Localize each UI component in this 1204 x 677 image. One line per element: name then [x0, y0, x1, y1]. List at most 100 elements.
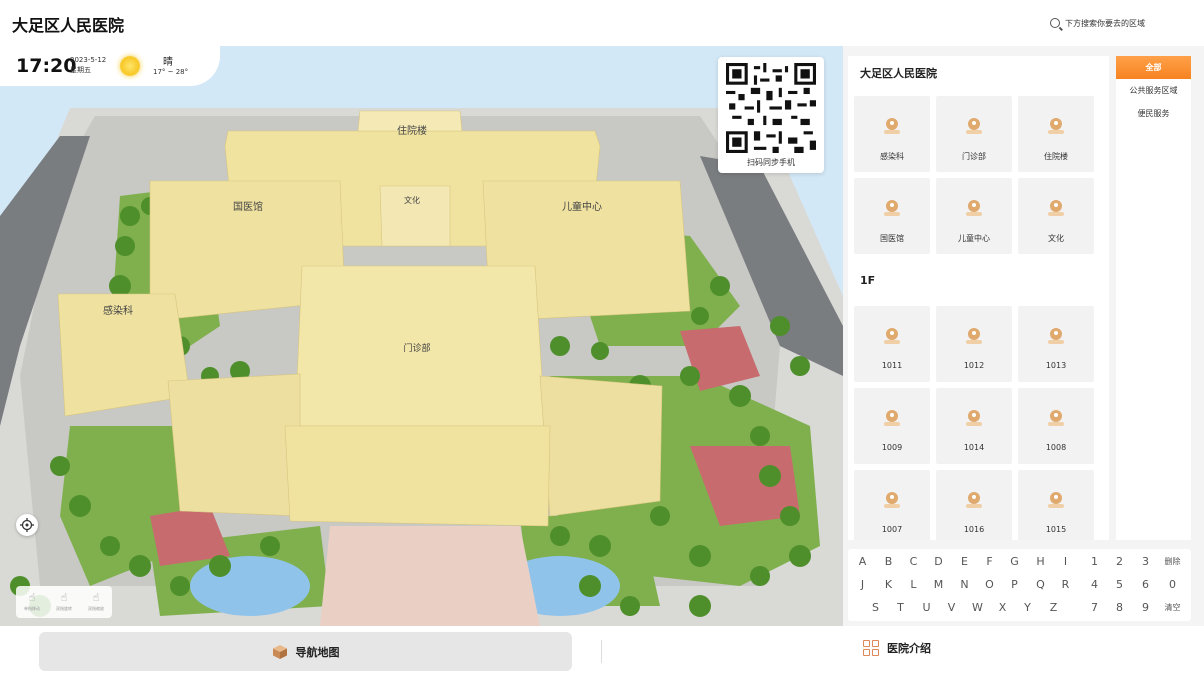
tile-label: 1016 [963, 525, 985, 534]
crosshair-icon [20, 518, 34, 532]
key-l[interactable]: L [901, 574, 926, 596]
key-x[interactable]: X [990, 597, 1015, 619]
key-b[interactable]: B [876, 551, 901, 573]
location-tile[interactable]: 儿童中心 [936, 178, 1012, 254]
key-a[interactable]: A [850, 551, 875, 573]
room-tile[interactable]: 1016 [936, 470, 1012, 540]
room-tile[interactable]: 1009 [854, 388, 930, 464]
qr-code [726, 63, 816, 153]
nav-map-button[interactable]: 导航地图 [39, 632, 572, 671]
location-list[interactable]: 大足区人民医院 感染科 门诊部 住院楼 国医馆 儿童中心 文化 1F 1011 … [848, 56, 1109, 540]
key-p[interactable]: P [1002, 574, 1027, 596]
key-n[interactable]: N [952, 574, 977, 596]
location-pin-icon [966, 410, 982, 426]
weekday-text: 星期五 [70, 66, 91, 74]
key-w[interactable]: W [965, 597, 990, 619]
key-4[interactable]: 4 [1082, 574, 1107, 596]
location-pin-icon [884, 200, 900, 216]
search-box[interactable]: 下方搜索你要去的区域 [1044, 12, 1194, 34]
hand-icon: ☝ [60, 591, 68, 604]
gesture-label: 双指缩放 [88, 606, 104, 611]
key-k[interactable]: K [876, 574, 901, 596]
room-tile[interactable]: 1011 [854, 306, 930, 382]
gesture-hint: ☝ 单指移动 [16, 586, 48, 618]
location-pin-icon [966, 328, 982, 344]
location-pin-icon [1048, 410, 1064, 426]
location-pin-icon [966, 118, 982, 134]
key-e[interactable]: E [952, 551, 977, 573]
key-u[interactable]: U [914, 597, 939, 619]
side-panel: 大足区人民医院 感染科 门诊部 住院楼 国医馆 儿童中心 文化 1F 1011 … [843, 46, 1204, 626]
key-v[interactable]: V [939, 597, 964, 619]
key-m[interactable]: M [926, 574, 951, 596]
tile-label: 文化 [1048, 234, 1064, 243]
key-j[interactable]: J [850, 574, 875, 596]
key-delete[interactable]: 删除 [1160, 551, 1185, 573]
tile-label: 1013 [1045, 361, 1067, 370]
search-placeholder: 下方搜索你要去的区域 [1065, 18, 1145, 28]
key-7[interactable]: 7 [1082, 597, 1107, 619]
key-q[interactable]: Q [1028, 574, 1053, 596]
key-t[interactable]: T [888, 597, 913, 619]
gesture-hints: ☝ 单指移动 ☝ 双指旋转 ☝ 双指缩放 [16, 586, 112, 618]
section-title: 1F [860, 274, 876, 287]
tile-label: 门诊部 [962, 152, 986, 161]
key-r[interactable]: R [1053, 574, 1078, 596]
room-tile[interactable]: 1008 [1018, 388, 1094, 464]
key-2[interactable]: 2 [1107, 551, 1132, 573]
key-6[interactable]: 6 [1133, 574, 1158, 596]
map-canvas[interactable]: 住院楼 文化 国医馆 儿童中心 感染科 门诊部 [0, 46, 843, 626]
locate-button[interactable] [16, 514, 38, 536]
building-label-infection: 感染科 [103, 304, 133, 317]
room-tile[interactable]: 1013 [1018, 306, 1094, 382]
location-tile[interactable]: 文化 [1018, 178, 1094, 254]
location-tile[interactable]: 国医馆 [854, 178, 930, 254]
gesture-label: 双指旋转 [56, 606, 72, 611]
grid-icon [863, 640, 879, 656]
building-label-children: 儿童中心 [562, 200, 602, 213]
nav-divider [601, 640, 602, 663]
category-all[interactable]: 全部 [1116, 56, 1191, 79]
key-z[interactable]: Z [1041, 597, 1066, 619]
nav-intro-button[interactable]: 医院介绍 [863, 640, 931, 656]
onscreen-keyboard: A B C D E F G H I 1 2 3 删除 J K L M N O P… [848, 549, 1191, 621]
app-title: 大足区人民医院 [12, 16, 125, 35]
key-8[interactable]: 8 [1107, 597, 1132, 619]
key-y[interactable]: Y [1015, 597, 1040, 619]
key-9[interactable]: 9 [1133, 597, 1158, 619]
building-label-inpatient: 住院楼 [397, 124, 427, 137]
key-clear[interactable]: 清空 [1160, 597, 1185, 619]
room-tile[interactable]: 1015 [1018, 470, 1094, 540]
location-tile[interactable]: 感染科 [854, 96, 930, 172]
key-d[interactable]: D [926, 551, 951, 573]
location-pin-icon [1048, 328, 1064, 344]
location-pin-icon [1048, 200, 1064, 216]
key-3[interactable]: 3 [1133, 551, 1158, 573]
temperature-range: 17° ~ 28° [153, 68, 189, 76]
key-g[interactable]: G [1002, 551, 1027, 573]
location-tile[interactable]: 住院楼 [1018, 96, 1094, 172]
category-convenience[interactable]: 便民服务 [1116, 102, 1191, 125]
top-bar: 大足区人民医院 下方搜索你要去的区域 [0, 0, 1204, 46]
key-0[interactable]: 0 [1160, 574, 1185, 596]
hand-icon: ☝ [92, 591, 100, 604]
tile-label: 1007 [881, 525, 903, 534]
room-tile[interactable]: 1007 [854, 470, 930, 540]
key-h[interactable]: H [1028, 551, 1053, 573]
nav-intro-label: 医院介绍 [887, 642, 931, 655]
key-5[interactable]: 5 [1107, 574, 1132, 596]
category-public-service[interactable]: 公共服务区域 [1116, 79, 1191, 102]
room-grid: 1011 1012 1013 1009 1014 1008 1007 1016 … [854, 306, 1094, 540]
key-i[interactable]: I [1053, 551, 1078, 573]
location-pin-icon [884, 492, 900, 508]
key-o[interactable]: O [977, 574, 1002, 596]
key-f[interactable]: F [977, 551, 1002, 573]
key-c[interactable]: C [901, 551, 926, 573]
location-tile[interactable]: 门诊部 [936, 96, 1012, 172]
room-tile[interactable]: 1014 [936, 388, 1012, 464]
room-tile[interactable]: 1012 [936, 306, 1012, 382]
map-view[interactable]: 住院楼 文化 国医馆 儿童中心 感染科 门诊部 [0, 46, 843, 626]
key-1[interactable]: 1 [1082, 551, 1107, 573]
tile-label: 1008 [1045, 443, 1067, 452]
key-s[interactable]: S [863, 597, 888, 619]
